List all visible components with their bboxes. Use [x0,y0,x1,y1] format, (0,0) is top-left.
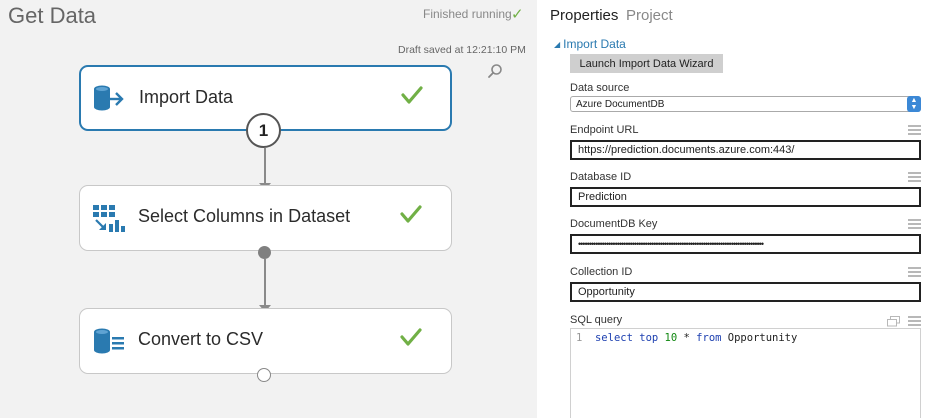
zoom-search-icon[interactable] [487,63,503,79]
section-header-import-data[interactable]: ◢ Import Data [554,37,626,51]
endpoint-url-label: Endpoint URL [570,124,639,136]
draft-saved-text: Draft saved at 12:21:10 PM [398,44,526,56]
tab-properties[interactable]: Properties [550,7,618,24]
sql-query-editor[interactable]: 1 select top 10 * from Opportunity [570,328,921,418]
select-updown-icon: ▲ ▼ [907,96,921,112]
popout-editor-icon[interactable] [887,316,900,327]
endpoint-url-input[interactable] [570,140,921,160]
launch-wizard-button[interactable]: Launch Import Data Wizard [570,54,723,73]
collapse-triangle-icon: ◢ [554,40,561,49]
sql-line-number: 1 [576,332,583,344]
output-port-convert-csv[interactable] [257,368,271,382]
tab-project[interactable]: Project [626,7,673,24]
drag-handle-icon[interactable] [908,219,921,229]
database-id-label: Database ID [570,171,632,183]
collection-id-input[interactable] [570,282,921,302]
run-status-check-icon: ✓ [511,6,524,23]
convert-csv-icon [94,328,124,354]
module-finished-check-icon [400,328,422,346]
data-source-select[interactable]: Azure DocumentDB ▲ ▼ [570,96,921,112]
output-port-badge[interactable]: 1 [246,113,281,148]
sql-query-label: SQL query [570,314,623,326]
sql-code-line: 1 select top 10 * from Opportunity [576,332,798,344]
drag-handle-icon[interactable] [908,316,921,326]
module-finished-check-icon [400,205,422,223]
module-label: Convert to CSV [138,329,264,349]
database-id-input[interactable] [570,187,921,207]
experiment-canvas[interactable]: Get Data Finished running ✓ Draft saved … [0,0,537,418]
documentdb-key-label: DocumentDB Key [570,218,658,230]
module-select-columns[interactable]: Select Columns in Dataset [79,185,452,251]
drag-handle-icon[interactable] [908,125,921,135]
output-port-select-columns[interactable] [258,246,271,259]
documentdb-key-input[interactable] [570,234,921,254]
connector-1-2 [264,148,266,185]
module-convert-to-csv[interactable]: Convert to CSV [79,308,452,374]
module-finished-check-icon [401,86,423,104]
run-status-text: Finished running [423,7,512,21]
import-data-icon [94,85,124,111]
drag-handle-icon[interactable] [908,267,921,277]
drag-handle-icon[interactable] [908,172,921,182]
select-columns-icon [93,205,125,232]
properties-panel: Properties Project ◢ Import Data Launch I… [537,0,937,418]
data-source-label: Data source [570,82,630,94]
module-label: Import Data [139,87,234,107]
connector-2-3 [264,259,266,308]
section-title: Import Data [563,37,626,51]
collection-id-label: Collection ID [570,266,633,278]
data-source-value: Azure DocumentDB [576,99,665,110]
module-label: Select Columns in Dataset [138,206,351,226]
experiment-title: Get Data [8,3,97,28]
